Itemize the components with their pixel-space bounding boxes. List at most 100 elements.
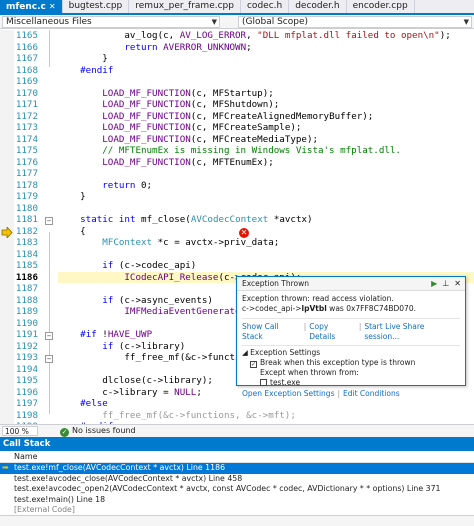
frame-text: test.exe!main() Line 18 (14, 494, 106, 504)
code-line[interactable]: { (58, 226, 474, 238)
code-line[interactable]: MFContext *c = avctx->priv_data; (58, 237, 474, 249)
line-number: 1197 (15, 398, 38, 409)
tab-codec-h[interactable]: codec.h (241, 0, 290, 13)
exception-links: Show Call Stack | Copy Details | Start Liv… (242, 318, 460, 342)
tab-remux-per-frame-cpp[interactable]: remux_per_frame.cpp (129, 0, 241, 13)
exception-helper-popup: Exception Thrown ▶ ⊥ ✕ Exception thrown:… (236, 276, 466, 398)
continue-icon[interactable]: ▶ (431, 277, 437, 291)
code-editor[interactable]: 1165 1166 1167 1168 1169 1170 1171 1172 1173 1174… (0, 30, 474, 424)
line-number: 1195 (15, 375, 38, 386)
chevron-down-icon[interactable]: ◢ (242, 348, 250, 357)
line-number: 1179 (15, 191, 38, 202)
module-option[interactable]: test.exe (242, 378, 460, 388)
zoom-value: 100 % (5, 427, 29, 436)
start-live-share-link[interactable]: Start Live Share session... (364, 322, 460, 342)
line-number: 1194 (15, 363, 38, 375)
tab-encoder-cpp[interactable]: encoder.cpp (347, 0, 415, 13)
line-number: 1178 (15, 179, 38, 191)
code-line[interactable] (58, 168, 474, 180)
tab-label: codec.h (246, 1, 283, 11)
detail-suffix: was 0x7FF8C74BD070. (326, 304, 416, 313)
line-number: 1166 (15, 41, 38, 53)
exception-detail: c->codec_api->lpVtbl was 0x7FF8C74BD070. (242, 304, 460, 314)
code-line[interactable]: return AVERROR_UNKNOWN; (58, 42, 474, 54)
break-when-thrown-checkbox[interactable]: ✓ (250, 361, 257, 368)
detail-prefix: c->codec_api-> (242, 304, 302, 313)
scope-label: (Global Scope) (242, 17, 309, 27)
tab-mfenc-c[interactable]: mfenc.c ✕ (0, 0, 63, 13)
current-frame-arrow-icon: ➡ (2, 463, 9, 472)
code-line[interactable]: LOAD_MF_FUNCTION(c, MFTEnumEx); (58, 157, 474, 169)
collapse-icon[interactable]: − (45, 332, 53, 340)
tab-label: mfenc.c (6, 2, 46, 12)
code-line[interactable]: LOAD_MF_FUNCTION(c, MFCreateMediaType); (58, 134, 474, 146)
line-number: 1168 (15, 64, 38, 76)
code-line[interactable]: LOAD_MF_FUNCTION(c, MFCreateAlignedMemor… (58, 111, 474, 123)
close-icon[interactable]: ✕ (454, 277, 461, 291)
navigation-bar: Miscellaneous Files ▼ (Global Scope) ▼ (0, 15, 474, 29)
issues-label: No issues found (72, 426, 136, 435)
tab-decoder-h[interactable]: decoder.h (289, 0, 347, 13)
call-stack-row[interactable]: test.exe!avcodec_open2(AVCodecContext * … (0, 484, 474, 495)
except-when-label: Except when thrown from: (260, 368, 359, 377)
chevron-down-icon: ▼ (211, 18, 217, 26)
close-icon[interactable]: ✕ (49, 2, 56, 11)
line-number: 1186 (15, 271, 38, 283)
line-number: 1187 (15, 283, 38, 294)
editor-status-bar: 100 % ✓ No issues found (0, 424, 474, 437)
call-stack-row[interactable]: ➡ test.exe!mf_close(AVCodecContext * avct… (0, 463, 474, 474)
code-line[interactable]: if (c->codec_api) (58, 260, 474, 272)
module-checkbox[interactable] (260, 379, 267, 386)
call-stack-row[interactable]: [External Code] (0, 505, 474, 516)
call-stack-panel: Call Stack Name ➡ test.exe!mf_close(AVCod… (0, 437, 474, 526)
project-dropdown[interactable]: Miscellaneous Files ▼ (2, 16, 220, 28)
project-label: Miscellaneous Files (6, 17, 92, 27)
line-number: 1189 (15, 306, 38, 317)
scope-dropdown[interactable]: (Global Scope) ▼ (238, 16, 472, 28)
line-numbers: 1165 1166 1167 1168 1169 1170 1171 1172 1173 1174… (14, 30, 38, 424)
tab-label: bugtest.cpp (68, 1, 123, 11)
collapse-icon[interactable]: − (45, 217, 53, 225)
zoom-dropdown[interactable]: 100 % (2, 426, 38, 436)
line-number: 1198 (15, 409, 38, 421)
issues-indicator[interactable]: ✓ No issues found (60, 425, 136, 437)
open-exception-settings-link[interactable]: Open Exception Settings (242, 389, 334, 399)
line-number: 1172 (15, 110, 38, 122)
tab-label: remux_per_frame.cpp (135, 1, 234, 11)
exception-message: Exception thrown: read access violation. (242, 294, 394, 303)
tab-bugtest-cpp[interactable]: bugtest.cpp (63, 0, 130, 13)
exception-header: Exception Thrown ▶ ⊥ ✕ (237, 277, 465, 291)
code-line[interactable]: LOAD_MF_FUNCTION(c, MFCreateSample); (58, 122, 474, 134)
line-number: 1192 (15, 340, 38, 352)
copy-details-link[interactable]: Copy Details (309, 322, 356, 342)
code-line[interactable]: // MFTEnumEx is missing in Windows Vista… (58, 145, 474, 157)
call-stack-row[interactable]: test.exe!main() Line 18 (0, 495, 474, 506)
error-icon[interactable]: ✕ (239, 228, 249, 238)
code-line[interactable]: av_log(c, AV_LOG_ERROR, "DLL mfplat.dll … (58, 30, 474, 42)
code-line[interactable]: return 0; (58, 180, 474, 192)
exception-settings-title: ◢ Exception Settings (242, 348, 321, 357)
break-when-thrown-option[interactable]: ✓ Break when this exception type is throw… (242, 358, 460, 368)
edit-conditions-link[interactable]: Edit Conditions (343, 389, 400, 399)
code-line[interactable]: static int mf_close(AVCodecContext *avct… (58, 214, 474, 226)
code-line[interactable]: } (58, 53, 474, 65)
code-line[interactable]: ff_free_mf(&c->functions, &c->mft); (58, 410, 474, 422)
frame-text: test.exe!avcodec_close(AVCodecContext * … (14, 473, 243, 483)
collapse-icon[interactable]: − (45, 355, 53, 363)
exception-title: Exception Thrown (242, 279, 310, 288)
line-number: 1165 (15, 30, 38, 41)
line-number: 1173 (15, 122, 38, 133)
call-stack-row[interactable]: test.exe!avcodec_close(AVCodecContext * … (0, 474, 474, 485)
show-call-stack-link[interactable]: Show Call Stack (242, 322, 301, 342)
line-number: 1175 (15, 145, 38, 156)
code-line[interactable]: LOAD_MF_FUNCTION(c, MFShutdown); (58, 99, 474, 111)
code-line[interactable] (58, 76, 474, 88)
code-line[interactable]: #endif (58, 65, 474, 77)
code-line[interactable]: LOAD_MF_FUNCTION(c, MFStartup); (58, 88, 474, 100)
line-number: 1169 (15, 76, 38, 87)
pin-icon[interactable]: ⊥ (442, 277, 449, 291)
code-line[interactable] (58, 203, 474, 215)
column-header-name[interactable]: Name (0, 451, 474, 463)
code-line[interactable] (58, 249, 474, 261)
code-line[interactable]: } (58, 191, 474, 203)
